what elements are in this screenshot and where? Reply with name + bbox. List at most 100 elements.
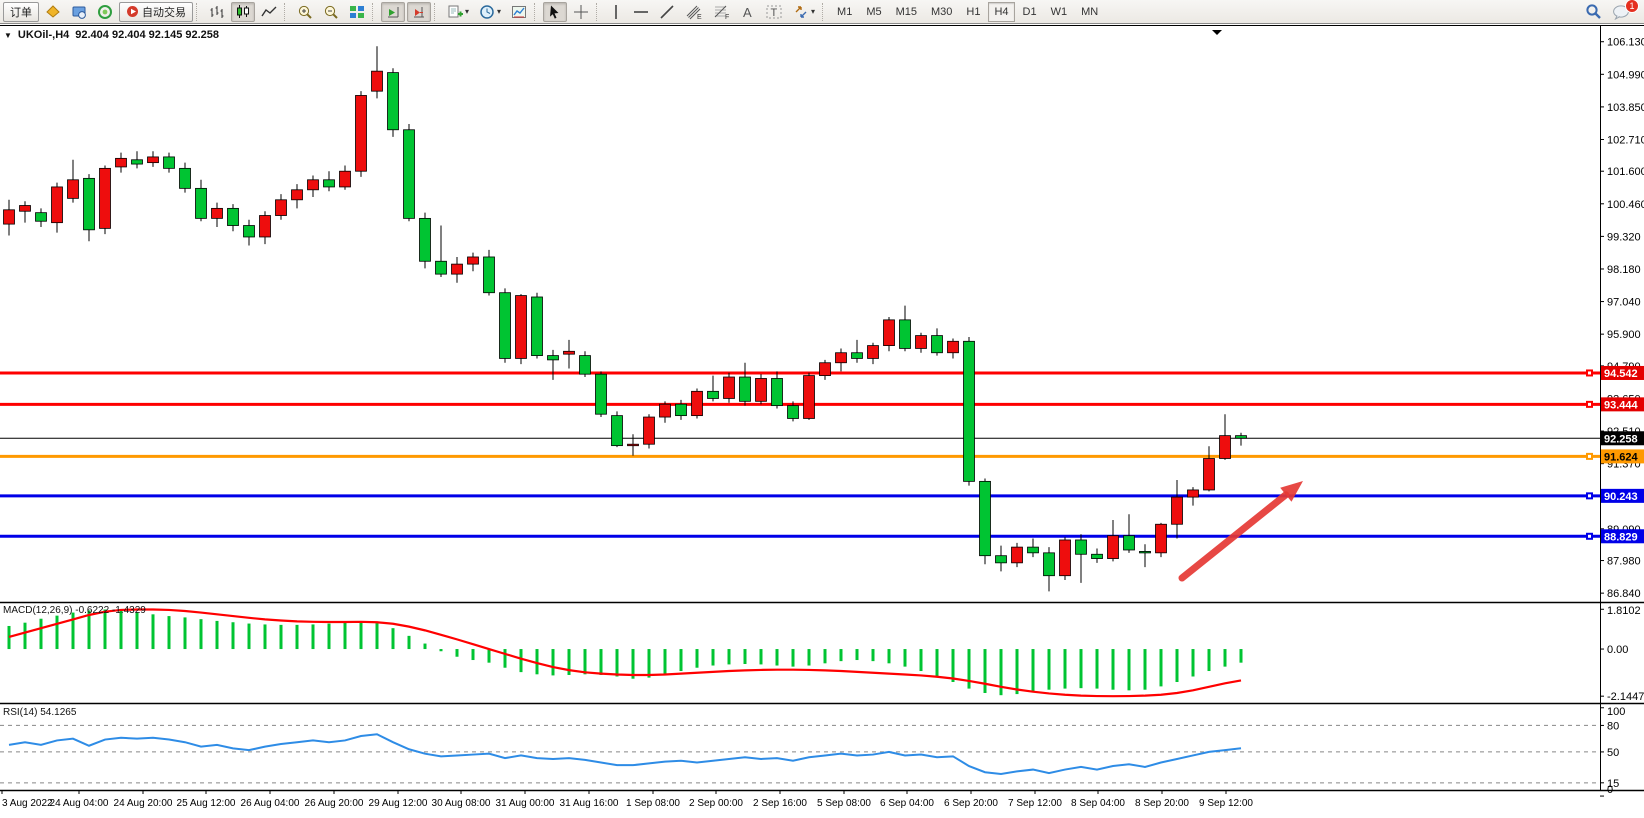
chart-canvas: 106.130104.990103.850102.710101.600100.4… xyxy=(0,0,1644,818)
svg-text:3 Aug 2022: 3 Aug 2022 xyxy=(2,798,53,809)
new-indicator-button[interactable]: ▾ xyxy=(443,2,473,22)
scroll-position-marker[interactable] xyxy=(1212,30,1222,35)
svg-text:25 Aug 12:00: 25 Aug 12:00 xyxy=(177,798,236,809)
chart-properties-button[interactable] xyxy=(507,2,531,22)
svg-text:30 Aug 08:00: 30 Aug 08:00 xyxy=(432,798,491,809)
svg-text:6 Sep 04:00: 6 Sep 04:00 xyxy=(880,798,934,809)
trendline-tool-button[interactable] xyxy=(655,2,679,22)
community-button[interactable] xyxy=(41,2,65,22)
candle xyxy=(292,190,303,200)
tf-button-H4[interactable]: H4 xyxy=(988,2,1014,22)
candle xyxy=(868,346,879,359)
dropdown-caret-icon: ▾ xyxy=(811,7,815,16)
hline-92.258[interactable]: 92.258 xyxy=(0,431,1644,445)
candle xyxy=(612,416,623,446)
svg-text:F: F xyxy=(725,14,729,20)
tf-button-H1[interactable]: H1 xyxy=(960,2,986,22)
svg-text:26 Aug 04:00: 26 Aug 04:00 xyxy=(241,798,300,809)
candle xyxy=(36,213,47,222)
candle xyxy=(756,378,767,401)
candlestick-mode-button[interactable] xyxy=(231,2,255,22)
zoom-out-button[interactable] xyxy=(319,2,343,22)
period-clock-button[interactable]: ▾ xyxy=(475,2,505,22)
tf-button-M15[interactable]: M15 xyxy=(890,2,923,22)
hline-90.243[interactable]: 90.243 xyxy=(0,489,1644,503)
svg-text:94.542: 94.542 xyxy=(1604,368,1638,380)
svg-text:7 Sep 12:00: 7 Sep 12:00 xyxy=(1008,798,1062,809)
toolbar-separator xyxy=(196,3,202,21)
svg-text:E: E xyxy=(697,14,702,20)
tf-button-W1[interactable]: W1 xyxy=(1045,2,1074,22)
candle xyxy=(1076,540,1087,554)
svg-text:80: 80 xyxy=(1607,720,1619,732)
hline-88.829[interactable]: 88.829 xyxy=(0,529,1644,543)
chart-shift-button[interactable] xyxy=(407,2,431,22)
symbol-period-label: UKOil-,H4 xyxy=(18,29,69,41)
candle xyxy=(212,208,223,218)
line-chart-mode-button[interactable] xyxy=(257,2,281,22)
tf-button-MN[interactable]: MN xyxy=(1075,2,1104,22)
candle xyxy=(916,336,927,349)
candle xyxy=(52,187,63,223)
ohlc-bars-icon xyxy=(209,4,225,20)
svg-text:103.850: 103.850 xyxy=(1607,102,1644,114)
candle xyxy=(468,257,479,264)
autotrade-button[interactable]: 自动交易 xyxy=(119,2,193,22)
cursor-tool-button[interactable] xyxy=(543,2,567,22)
svg-text:90.243: 90.243 xyxy=(1604,491,1638,503)
arrows-tool-button[interactable]: ▾ xyxy=(789,2,819,22)
svg-text:99.320: 99.320 xyxy=(1607,231,1641,243)
zoom-in-button[interactable] xyxy=(293,2,317,22)
tf-button-D1[interactable]: D1 xyxy=(1017,2,1043,22)
quote-line[interactable]: ▼ UKOil-,H4 92.404 92.404 92.145 92.258 xyxy=(4,29,219,41)
macd-label: MACD(12,26,9) -0.6222 -1.4329 xyxy=(3,605,146,616)
rsi-line xyxy=(9,734,1241,774)
tf-button-M30[interactable]: M30 xyxy=(925,2,958,22)
candle xyxy=(1092,554,1103,558)
symbol-dropdown-icon: ▼ xyxy=(4,31,12,40)
candle xyxy=(772,378,783,405)
vline-tool-button[interactable] xyxy=(605,2,627,22)
market-button[interactable] xyxy=(67,2,91,22)
candle xyxy=(580,356,591,375)
fibonacci-tool-button[interactable]: F xyxy=(709,2,735,22)
tf-button-M1[interactable]: M1 xyxy=(831,2,858,22)
ohlc-values: 92.404 92.404 92.145 92.258 xyxy=(75,29,219,41)
order-button[interactable]: 订单 xyxy=(3,2,39,22)
macd-pane: 1.81020.00-2.1447 xyxy=(9,605,1644,703)
channel-tool-button[interactable]: E xyxy=(681,2,707,22)
label-tool-button[interactable]: T xyxy=(761,2,787,22)
horizontal-line-icon xyxy=(633,5,649,19)
tile-windows-button[interactable] xyxy=(345,2,369,22)
chart-area[interactable]: 106.130104.990103.850102.710101.600100.4… xyxy=(0,0,1644,818)
gold-diamond-icon xyxy=(45,4,61,20)
candle xyxy=(596,374,607,414)
candle xyxy=(148,157,159,163)
hline-91.624[interactable]: 91.624 xyxy=(0,449,1644,463)
text-tool-button[interactable]: A xyxy=(737,2,759,22)
search-button[interactable] xyxy=(1581,2,1606,22)
auto-scroll-button[interactable] xyxy=(381,2,405,22)
dropdown-caret-icon: ▾ xyxy=(497,7,501,16)
svg-text:A: A xyxy=(743,5,752,20)
line-chart-icon xyxy=(261,4,277,20)
hline-93.444[interactable]: 93.444 xyxy=(0,397,1644,411)
hline-tool-button[interactable] xyxy=(629,2,653,22)
candle xyxy=(708,391,719,398)
chart-shift-icon xyxy=(411,4,427,20)
svg-text:1.8102: 1.8102 xyxy=(1607,605,1641,617)
candle xyxy=(1124,536,1135,550)
candle xyxy=(4,210,15,224)
svg-text:100: 100 xyxy=(1607,706,1625,718)
toolbar-separator xyxy=(596,3,602,21)
tf-button-M5[interactable]: M5 xyxy=(860,2,887,22)
text-label-icon: T xyxy=(765,4,783,20)
candle xyxy=(1108,536,1119,559)
crosshair-tool-button[interactable] xyxy=(569,2,593,22)
candle xyxy=(532,297,543,356)
candle xyxy=(724,377,735,398)
signals-button[interactable] xyxy=(93,2,117,22)
chat-button[interactable]: 1 xyxy=(1608,2,1634,22)
bar-chart-mode-button[interactable] xyxy=(205,2,229,22)
mt4-window: 订单 自动交易 xyxy=(0,0,1644,818)
